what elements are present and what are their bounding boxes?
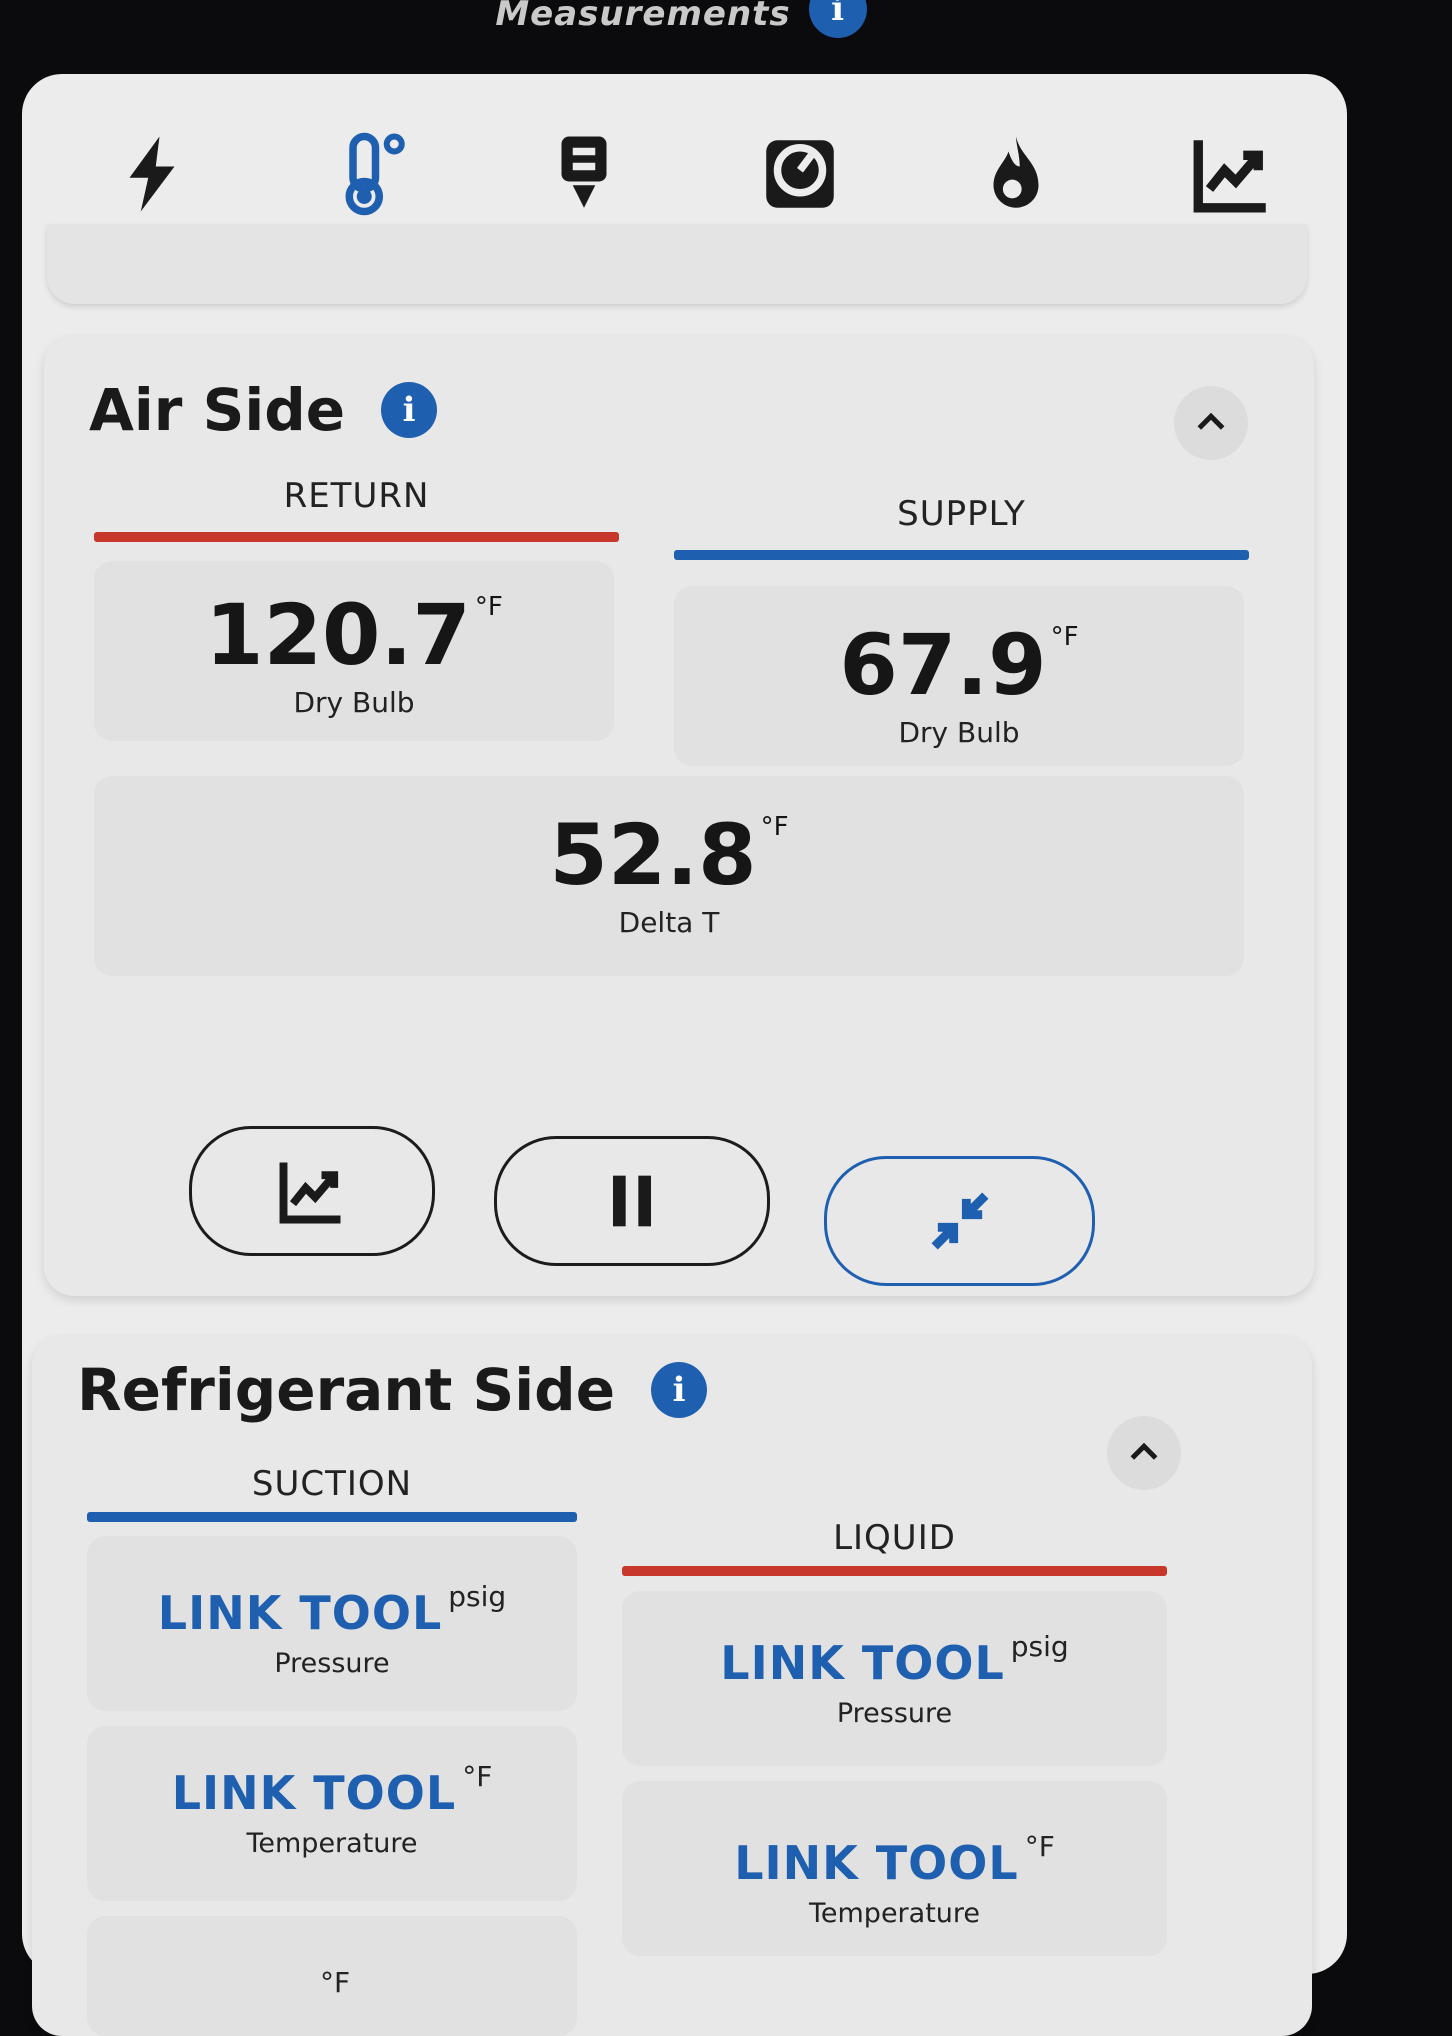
gauge-tab[interactable] (740, 114, 860, 234)
supply-unit: °F (1050, 622, 1079, 652)
liquid-pressure-reading: LINK TOOL psig Pressure (622, 1630, 1167, 1729)
liquid-underline (622, 1566, 1167, 1576)
refrigerant-side-heading: Refrigerant Side (77, 1356, 616, 1424)
collapse-air-side-button[interactable] (1174, 386, 1248, 460)
return-underline (94, 532, 619, 542)
info-icon[interactable]: i (808, 0, 867, 38)
collapse-view-button[interactable] (824, 1156, 1095, 1286)
chevron-up-icon (1130, 1442, 1158, 1460)
refrigerant-side-card: Refrigerant Side i SUCTION LIQUID LINK T… (32, 1336, 1312, 2036)
graph-button[interactable] (189, 1126, 435, 1256)
probe-tab[interactable] (524, 114, 644, 234)
suction-pressure-reading: LINK TOOL psig Pressure (87, 1580, 577, 1679)
pause-button[interactable] (494, 1136, 770, 1266)
liquid-pressure-value[interactable]: LINK TOOL (720, 1636, 1004, 1690)
gauge-icon (766, 140, 834, 208)
return-reading: 120.7 °F Dry Bulb (94, 586, 614, 719)
return-value: 120.7 (205, 586, 471, 684)
supply-header: SUPPLY (897, 494, 1026, 534)
suction-temperature-label: Temperature (246, 1828, 418, 1859)
info-icon[interactable]: i (381, 382, 438, 438)
liquid-header: LIQUID (833, 1518, 956, 1558)
air-side-title: Air Side i (89, 376, 438, 444)
liquid-pressure-unit: psig (1010, 1630, 1069, 1663)
suction-pressure-value[interactable]: LINK TOOL (158, 1586, 442, 1640)
probe-icon (561, 136, 607, 208)
measurement-toolbar (92, 104, 1292, 244)
suction-underline (87, 1512, 577, 1522)
toolbar-subpanel (47, 224, 1307, 304)
delta-label: Delta T (618, 906, 720, 939)
suction-extra-reading: °F (87, 1966, 577, 2005)
flame-icon (993, 136, 1039, 208)
supply-reading: 67.9 °F Dry Bulb (674, 616, 1244, 749)
pause-icon (613, 1175, 651, 1227)
refrigerant-side-title: Refrigerant Side i (77, 1356, 708, 1424)
collapse-refrigerant-side-button[interactable] (1107, 1416, 1181, 1490)
liquid-pressure-label: Pressure (836, 1698, 953, 1729)
combustion-tab[interactable] (956, 114, 1076, 234)
electrical-tab[interactable] (92, 114, 212, 234)
suction-extra-unit: °F (319, 1966, 351, 1999)
main-panel: Air Side i RETURN SUPPLY 120.7 °F Dry Bul… (22, 74, 1347, 2036)
supply-label: Dry Bulb (898, 716, 1020, 749)
chart-icon (279, 1162, 341, 1224)
info-icon[interactable]: i (651, 1362, 708, 1418)
app-header: Measurements i (0, 0, 1452, 70)
delta-reading: 52.8 °F Delta T (94, 806, 1244, 939)
return-header: RETURN (283, 476, 430, 516)
return-label: Dry Bulb (293, 686, 415, 719)
thermometer-icon (345, 132, 405, 216)
suction-temperature-unit: °F (462, 1760, 493, 1793)
liquid-temperature-unit: °F (1024, 1830, 1055, 1863)
supply-underline (674, 550, 1249, 560)
suction-pressure-label: Pressure (274, 1648, 390, 1679)
suction-temperature-value[interactable]: LINK TOOL (172, 1766, 456, 1820)
liquid-temperature-value[interactable]: LINK TOOL (734, 1836, 1018, 1890)
lightning-icon (129, 136, 175, 212)
return-unit: °F (474, 592, 503, 622)
page-title: Measurements (495, 0, 791, 34)
air-side-heading: Air Side (89, 376, 346, 444)
suction-temperature-reading: LINK TOOL °F Temperature (87, 1760, 577, 1859)
supply-value: 67.9 (839, 616, 1047, 714)
suction-pressure-unit: psig (448, 1580, 507, 1613)
delta-unit: °F (760, 812, 789, 842)
delta-value: 52.8 (549, 806, 757, 904)
minimize-arrows-icon (931, 1192, 988, 1250)
liquid-temperature-label: Temperature (808, 1898, 981, 1929)
chart-tab[interactable] (1172, 114, 1292, 234)
chevron-up-icon (1197, 412, 1225, 430)
suction-header: SUCTION (251, 1464, 413, 1504)
temperature-tab[interactable] (308, 114, 428, 234)
air-side-card: Air Side i RETURN SUPPLY 120.7 °F Dry Bul… (44, 336, 1314, 1296)
chart-icon (1193, 140, 1266, 213)
liquid-temperature-reading: LINK TOOL °F Temperature (622, 1830, 1167, 1929)
